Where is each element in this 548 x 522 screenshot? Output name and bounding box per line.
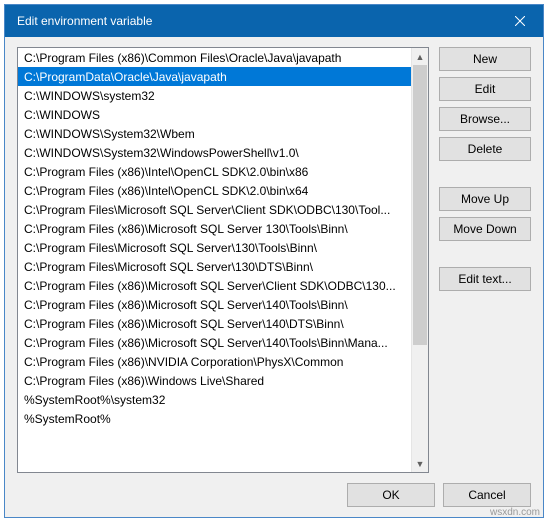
list-item[interactable]: %SystemRoot%\system32 bbox=[18, 390, 411, 409]
dialog-window: Edit environment variable C:\Program Fil… bbox=[4, 4, 544, 518]
side-button-column: New Edit Browse... Delete Move Up Move D… bbox=[439, 47, 531, 473]
scroll-up-button[interactable]: ▲ bbox=[412, 48, 428, 65]
list-item[interactable]: C:\WINDOWS\system32 bbox=[18, 86, 411, 105]
list-item[interactable]: C:\WINDOWS\System32\Wbem bbox=[18, 124, 411, 143]
content-row: C:\Program Files (x86)\Common Files\Orac… bbox=[17, 47, 531, 473]
path-list[interactable]: C:\Program Files (x86)\Common Files\Orac… bbox=[18, 48, 411, 472]
button-gap bbox=[439, 167, 531, 181]
delete-button[interactable]: Delete bbox=[439, 137, 531, 161]
list-item[interactable]: C:\Program Files (x86)\Microsoft SQL Ser… bbox=[18, 219, 411, 238]
list-item[interactable]: C:\Program Files (x86)\Intel\OpenCL SDK\… bbox=[18, 181, 411, 200]
titlebar[interactable]: Edit environment variable bbox=[5, 5, 543, 37]
cancel-button[interactable]: Cancel bbox=[443, 483, 531, 507]
list-item[interactable]: C:\Program Files\Microsoft SQL Server\Cl… bbox=[18, 200, 411, 219]
list-item[interactable]: C:\Program Files (x86)\NVIDIA Corporatio… bbox=[18, 352, 411, 371]
ok-button[interactable]: OK bbox=[347, 483, 435, 507]
move-down-button[interactable]: Move Down bbox=[439, 217, 531, 241]
list-item[interactable]: C:\Program Files (x86)\Microsoft SQL Ser… bbox=[18, 333, 411, 352]
edit-text-button[interactable]: Edit text... bbox=[439, 267, 531, 291]
list-item[interactable]: C:\Program Files (x86)\Intel\OpenCL SDK\… bbox=[18, 162, 411, 181]
edit-button[interactable]: Edit bbox=[439, 77, 531, 101]
close-icon bbox=[515, 16, 525, 26]
list-item[interactable]: C:\Program Files\Microsoft SQL Server\13… bbox=[18, 238, 411, 257]
list-item[interactable]: %SystemRoot% bbox=[18, 409, 411, 428]
scrollbar-vertical[interactable]: ▲ ▼ bbox=[411, 48, 428, 472]
dialog-title: Edit environment variable bbox=[17, 14, 152, 28]
path-list-container: C:\Program Files (x86)\Common Files\Orac… bbox=[17, 47, 429, 473]
button-gap bbox=[439, 247, 531, 261]
list-item[interactable]: C:\Program Files (x86)\Windows Live\Shar… bbox=[18, 371, 411, 390]
list-item[interactable]: C:\Program Files (x86)\Microsoft SQL Ser… bbox=[18, 276, 411, 295]
browse-button[interactable]: Browse... bbox=[439, 107, 531, 131]
scroll-thumb[interactable] bbox=[413, 65, 427, 345]
list-item[interactable]: C:\Program Files (x86)\Common Files\Orac… bbox=[18, 48, 411, 67]
new-button[interactable]: New bbox=[439, 47, 531, 71]
dialog-body: C:\Program Files (x86)\Common Files\Orac… bbox=[5, 37, 543, 517]
dialog-footer: OK Cancel bbox=[17, 473, 531, 507]
move-up-button[interactable]: Move Up bbox=[439, 187, 531, 211]
scroll-down-button[interactable]: ▼ bbox=[412, 455, 428, 472]
list-item[interactable]: C:\Program Files\Microsoft SQL Server\13… bbox=[18, 257, 411, 276]
list-item[interactable]: C:\WINDOWS bbox=[18, 105, 411, 124]
list-item[interactable]: C:\Program Files (x86)\Microsoft SQL Ser… bbox=[18, 295, 411, 314]
list-item[interactable]: C:\ProgramData\Oracle\Java\javapath bbox=[18, 67, 411, 86]
list-item[interactable]: C:\Program Files (x86)\Microsoft SQL Ser… bbox=[18, 314, 411, 333]
close-button[interactable] bbox=[497, 5, 543, 37]
list-item[interactable]: C:\WINDOWS\System32\WindowsPowerShell\v1… bbox=[18, 143, 411, 162]
